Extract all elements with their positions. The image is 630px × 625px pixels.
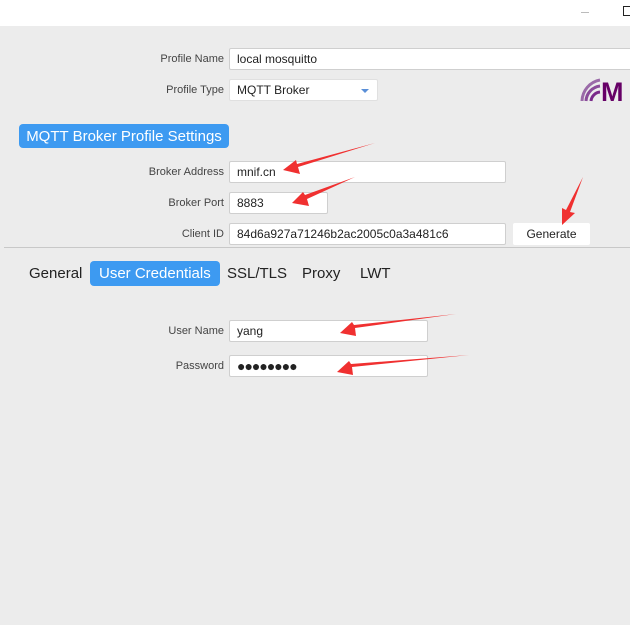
- arrow-icon: [562, 177, 583, 225]
- arrow-icon: [292, 177, 355, 206]
- arrow-icon: [340, 314, 456, 336]
- arrow-icon: [337, 355, 469, 375]
- arrow-icon: [283, 143, 375, 174]
- annotation-arrows: [283, 143, 583, 375]
